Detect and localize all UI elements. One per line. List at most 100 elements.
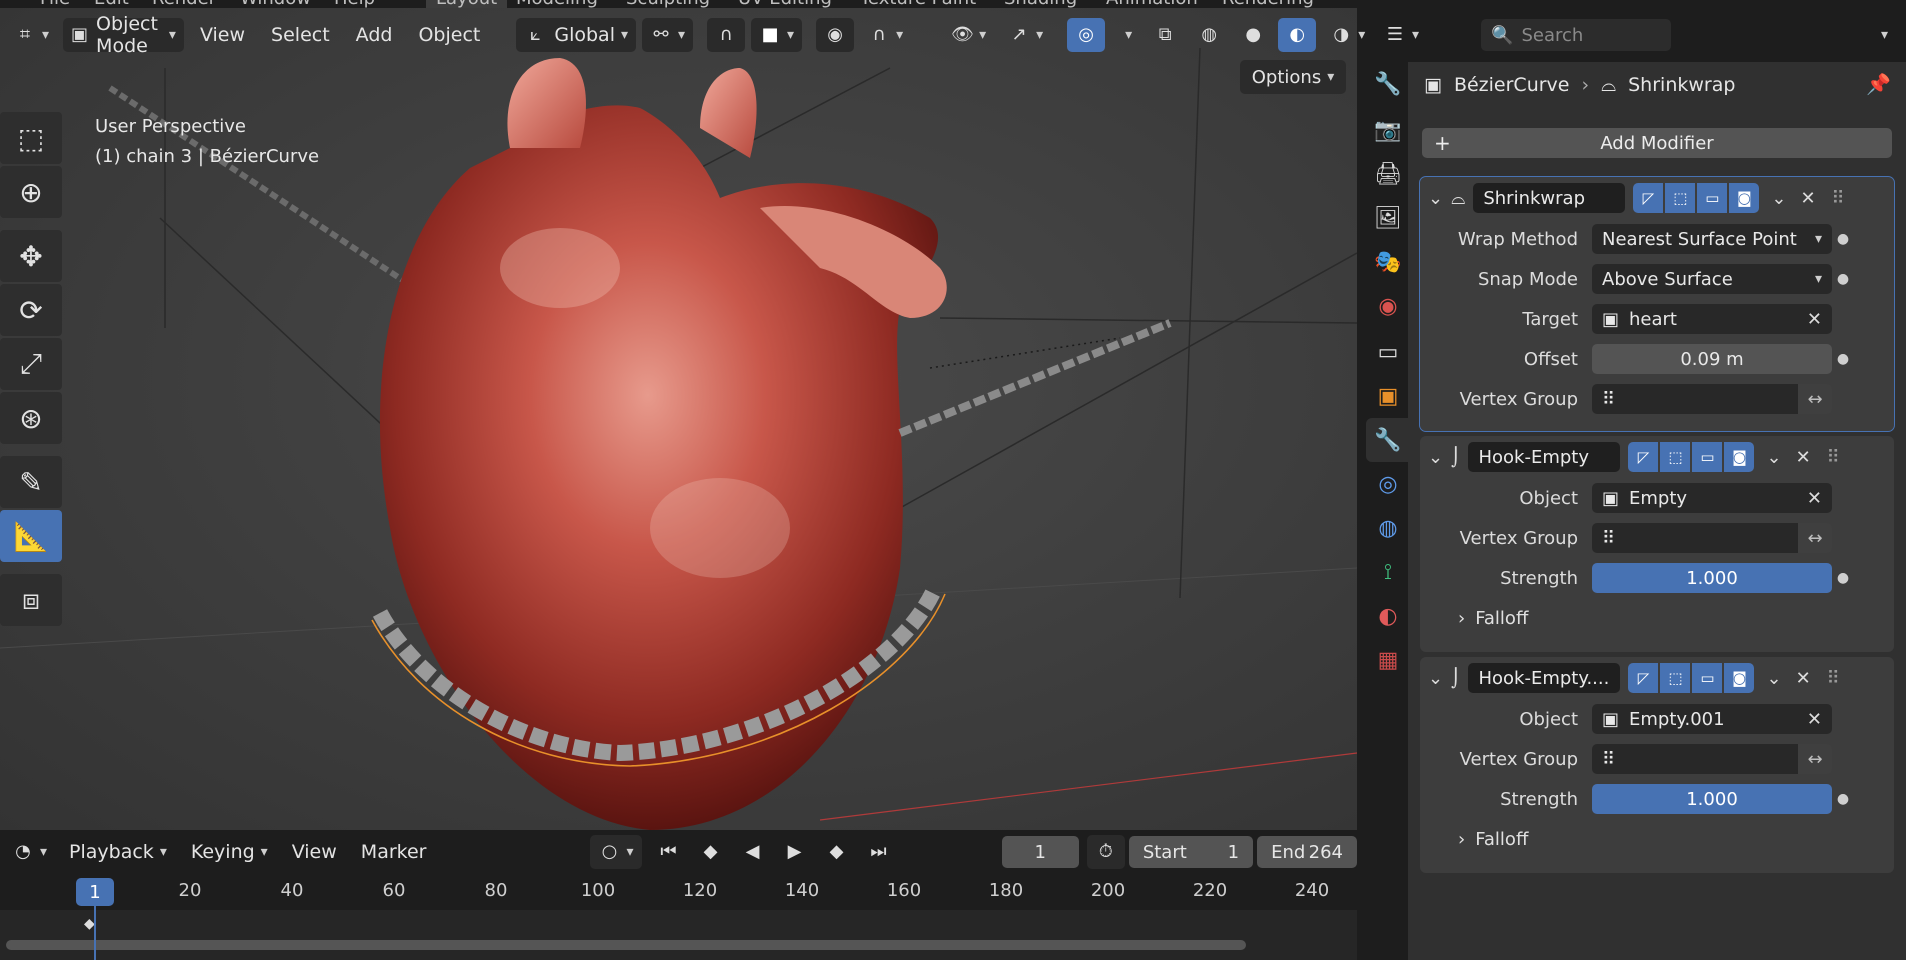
- clear-icon[interactable]: ✕: [1807, 309, 1822, 330]
- menu-marker[interactable]: Marker: [351, 835, 437, 869]
- properties-options-dropdown[interactable]: ▾: [1867, 18, 1896, 52]
- timeline-track[interactable]: ◆: [0, 910, 1357, 960]
- menu-view[interactable]: View: [190, 18, 255, 52]
- tool-select-box[interactable]: ⬚: [0, 112, 62, 164]
- falloff-dropdown[interactable]: ∩ ▾: [860, 18, 911, 52]
- tab-world[interactable]: ◉: [1366, 284, 1410, 328]
- start-frame-field[interactable]: Start 1: [1128, 836, 1254, 868]
- overlays-toggle[interactable]: ◎: [1067, 18, 1106, 52]
- chevron-down-icon[interactable]: ⌄: [1766, 668, 1781, 689]
- snap-mode-dropdown[interactable]: Above Surface ▾: [1592, 264, 1832, 294]
- menu-render[interactable]: Render: [152, 0, 216, 8]
- xray-toggle[interactable]: ⧉: [1146, 18, 1184, 52]
- viewport-toggle[interactable]: ▭: [1692, 442, 1723, 472]
- menu-file[interactable]: File: [40, 0, 70, 8]
- tab-object[interactable]: ▣: [1366, 374, 1410, 418]
- jump-end-button[interactable]: ⏭: [860, 835, 898, 869]
- options-dropdown[interactable]: Options ▾: [1240, 60, 1346, 94]
- clear-icon[interactable]: ✕: [1807, 488, 1822, 509]
- tab-uv-editing[interactable]: UV Editing: [738, 0, 832, 8]
- properties-editor-type[interactable]: ☰ ▾: [1376, 18, 1427, 52]
- shading-wireframe[interactable]: ◍: [1190, 18, 1228, 52]
- invert-vertex-group-button[interactable]: ↔: [1798, 384, 1832, 414]
- tab-rendering[interactable]: Rendering: [1222, 0, 1314, 8]
- falloff-subpanel[interactable]: › Falloff: [1420, 598, 1894, 638]
- clear-icon[interactable]: ✕: [1807, 709, 1822, 730]
- menu-window[interactable]: Window: [240, 0, 311, 8]
- tab-collection[interactable]: ▭: [1366, 330, 1410, 374]
- tab-physics[interactable]: ◍: [1366, 506, 1410, 550]
- menu-object[interactable]: Object: [408, 18, 490, 52]
- properties-search[interactable]: 🔍 Search: [1481, 19, 1672, 51]
- close-icon[interactable]: ✕: [1796, 668, 1811, 689]
- timeline-ruler[interactable]: 20 40 60 80 100 120 140 160 180 200 220 …: [0, 874, 1357, 910]
- drag-handle-icon[interactable]: ⠿: [1827, 447, 1840, 468]
- end-frame-field[interactable]: End 264: [1257, 836, 1357, 868]
- tab-output[interactable]: 🖨: [1366, 152, 1410, 196]
- tab-material[interactable]: ◐: [1366, 594, 1410, 638]
- tab-texture[interactable]: ▦: [1366, 638, 1410, 682]
- next-keyframe-button[interactable]: ◆: [818, 835, 856, 869]
- tool-rotate[interactable]: ⟳: [0, 284, 62, 336]
- timeline-editor-type[interactable]: ◔ ▾: [4, 835, 55, 869]
- invert-vertex-group-button[interactable]: ↔: [1798, 744, 1832, 774]
- edit-mode-toggle[interactable]: ⬚: [1665, 183, 1696, 213]
- edit-cage-toggle[interactable]: ◸: [1633, 183, 1664, 213]
- vertex-group-field[interactable]: ⠿: [1592, 744, 1798, 774]
- tab-particles[interactable]: ◎: [1366, 462, 1410, 506]
- pivot-dropdown[interactable]: ⚯ ▾: [642, 18, 694, 52]
- overlays-dropdown[interactable]: ▾: [1111, 18, 1140, 52]
- tab-tool[interactable]: 🔧: [1366, 62, 1410, 106]
- keyframe-dot[interactable]: ●: [1832, 271, 1854, 287]
- render-toggle[interactable]: ◙: [1729, 183, 1760, 213]
- add-modifier-button[interactable]: + Add Modifier: [1422, 128, 1892, 158]
- chevron-down-icon[interactable]: ⌄: [1771, 188, 1786, 209]
- keyframe-dot[interactable]: ●: [1832, 570, 1854, 586]
- current-frame-field[interactable]: 1: [1001, 836, 1079, 868]
- gizmo-dropdown[interactable]: ↗ ▾: [1000, 18, 1051, 52]
- close-icon[interactable]: ✕: [1800, 188, 1815, 209]
- prev-keyframe-button[interactable]: ◆: [692, 835, 730, 869]
- tab-shading[interactable]: Shading: [1004, 0, 1077, 8]
- strength-slider[interactable]: 1.000: [1592, 563, 1832, 593]
- visibility-dropdown[interactable]: 👁 ▾: [943, 18, 994, 52]
- tab-animation[interactable]: Animation: [1106, 0, 1198, 8]
- drag-handle-icon[interactable]: ⠿: [1827, 668, 1840, 689]
- menu-keying[interactable]: Keying ▾: [181, 835, 278, 869]
- tab-texture-paint[interactable]: Texture Paint: [860, 0, 976, 8]
- menu-timeline-view[interactable]: View: [282, 835, 347, 869]
- snap-target-dropdown[interactable]: ■ ▾: [751, 18, 803, 52]
- menu-edit[interactable]: Edit: [94, 0, 129, 8]
- chevron-down-icon[interactable]: ⌄: [1766, 447, 1781, 468]
- tool-transform[interactable]: ⊛: [0, 392, 62, 444]
- wrap-method-dropdown[interactable]: Nearest Surface Point ▾: [1592, 224, 1832, 254]
- tab-modifiers[interactable]: 🔧: [1366, 418, 1410, 462]
- viewport-toggle[interactable]: ▭: [1692, 663, 1723, 693]
- tab-scene[interactable]: 🎭: [1366, 240, 1410, 284]
- modifier-name-field[interactable]: Hook-Empty: [1468, 442, 1621, 472]
- heart-body[interactable]: [379, 105, 939, 830]
- drag-handle-icon[interactable]: ⠿: [1832, 188, 1845, 209]
- auto-keying-toggle[interactable]: ○ ▾: [590, 835, 642, 869]
- chevron-down-icon[interactable]: ⌄: [1428, 668, 1443, 689]
- tab-render[interactable]: 📷: [1366, 108, 1410, 152]
- chevron-down-icon[interactable]: ⌄: [1428, 447, 1443, 468]
- keyframe-dot[interactable]: ●: [1832, 231, 1854, 247]
- tool-measure[interactable]: 📐: [0, 510, 62, 562]
- modifier-name-field[interactable]: Shrinkwrap: [1473, 183, 1626, 213]
- proportional-edit-toggle[interactable]: ◉: [816, 18, 855, 52]
- snap-toggle[interactable]: ∩: [707, 18, 746, 52]
- pin-icon[interactable]: 📌: [1866, 72, 1891, 96]
- strength-slider[interactable]: 1.000: [1592, 784, 1832, 814]
- shading-solid[interactable]: ●: [1234, 18, 1272, 52]
- tool-add-cube[interactable]: ⧈: [0, 574, 62, 626]
- menu-playback[interactable]: Playback ▾: [59, 835, 177, 869]
- tab-view-layer[interactable]: 🖼: [1366, 196, 1410, 240]
- render-toggle[interactable]: ◙: [1724, 663, 1755, 693]
- timeline-scrollbar[interactable]: [6, 940, 1246, 950]
- target-field[interactable]: ▣ heart ✕: [1592, 304, 1832, 334]
- offset-field[interactable]: 0.09 m: [1592, 344, 1832, 374]
- edit-mode-toggle[interactable]: ⬚: [1660, 663, 1691, 693]
- tool-move[interactable]: ✥: [0, 230, 62, 282]
- vertex-group-field[interactable]: ⠿: [1592, 384, 1798, 414]
